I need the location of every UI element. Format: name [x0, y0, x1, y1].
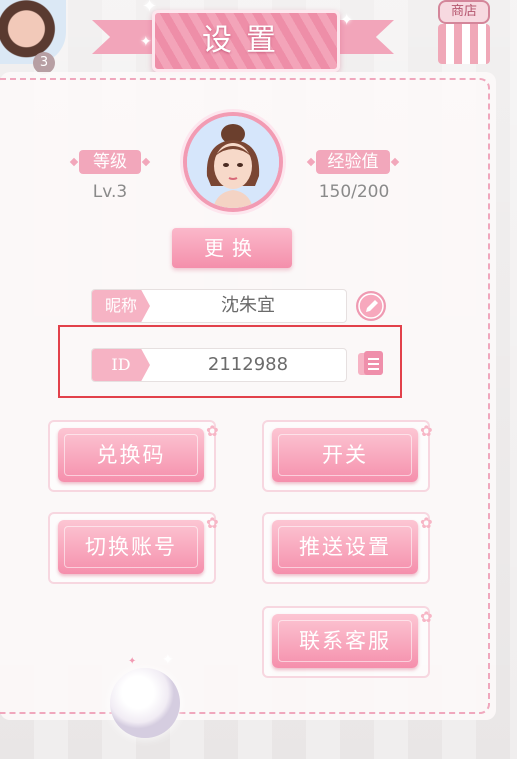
level-label: 等级 [79, 150, 141, 174]
shop-button[interactable]: 商店 [434, 0, 490, 64]
switch-account-button[interactable]: 切换账号 [58, 520, 204, 574]
nickname-field[interactable]: 昵称 沈朱宜 [91, 289, 347, 323]
crystal-orb-icon[interactable] [110, 668, 180, 738]
toggle-button[interactable]: 开关 [272, 428, 418, 482]
shop-label: 商店 [438, 0, 490, 24]
push-settings-button[interactable]: 推送设置 [272, 520, 418, 574]
flower-icon: ✿ [206, 422, 219, 440]
sparkle-icon: ✦ [142, 0, 158, 17]
exp-value: 150/200 [318, 182, 390, 202]
sparkle-icon: ✦ [340, 10, 354, 29]
shop-stall-icon [438, 24, 490, 64]
id-highlight-box [58, 325, 402, 398]
sparkle-icon: ✦ [140, 34, 152, 50]
nickname-tag: 昵称 [92, 290, 150, 322]
player-avatar[interactable] [0, 0, 66, 64]
level-value: Lv.3 [92, 182, 128, 202]
profile-portrait[interactable] [183, 112, 283, 212]
flower-icon: ✿ [420, 608, 433, 626]
change-avatar-button[interactable]: 更换 [172, 228, 292, 268]
portrait-icon [187, 116, 279, 208]
page-title: 设置 [202, 23, 290, 58]
flower-icon: ✿ [420, 514, 433, 532]
sparkle-icon: ✦ [128, 656, 137, 667]
flower-icon: ✿ [420, 422, 433, 440]
exp-label: 经验值 [316, 150, 390, 174]
redeem-code-button[interactable]: 兑换码 [58, 428, 204, 482]
nickname-value: 沈朱宜 [221, 295, 275, 316]
player-level-badge: 3 [33, 52, 55, 74]
contact-support-button[interactable]: 联系客服 [272, 614, 418, 668]
pencil-icon[interactable] [355, 290, 387, 322]
sparkle-icon: ✦ [162, 652, 174, 668]
flower-icon: ✿ [206, 514, 219, 532]
